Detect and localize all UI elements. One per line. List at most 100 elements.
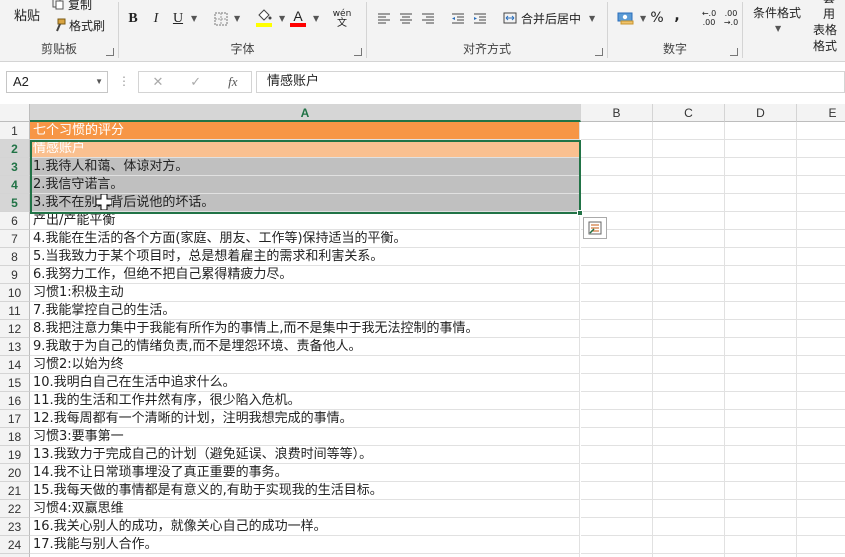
row-header[interactable]: 21 [0,482,30,500]
row-header[interactable]: 16 [0,392,30,410]
decrease-indent-button[interactable] [449,10,467,26]
name-box-dropdown-icon[interactable]: ▼ [95,72,103,92]
row-header[interactable]: 13 [0,338,30,356]
cell[interactable] [725,500,797,518]
paste-button[interactable]: 粘贴 [8,4,46,24]
cell-a[interactable]: 习惯4:双赢思维 [30,500,580,518]
cell[interactable] [581,356,653,374]
row-header[interactable]: 11 [0,302,30,320]
row-header[interactable]: 2 [0,140,30,158]
select-all-corner[interactable] [0,104,30,122]
row-header[interactable]: 7 [0,230,30,248]
cell[interactable] [797,392,845,410]
row-header[interactable]: 5 [0,194,30,212]
cell[interactable] [581,158,653,176]
cell[interactable] [725,194,797,212]
cell[interactable] [725,536,797,554]
cell[interactable] [653,392,725,410]
cell[interactable] [725,482,797,500]
cell-a[interactable]: 4.我能在生活的各个方面(家庭、朋友、工作等)保持适当的平衡。 [30,230,580,248]
cell[interactable] [797,212,845,230]
cell[interactable] [581,374,653,392]
row-header[interactable]: 14 [0,356,30,374]
cell[interactable] [797,410,845,428]
cell-a[interactable]: 5.当我致力于某个项目时，总是想着雇主的需求和利害关系。 [30,248,580,266]
cell[interactable] [797,374,845,392]
accounting-format-button[interactable] [614,8,638,28]
row-header[interactable]: 23 [0,518,30,536]
column-header-b[interactable]: B [581,104,653,122]
cell-a[interactable]: 13.我致力于完成自己的计划（避免延误、浪费时间等等）。 [30,446,580,464]
cell[interactable] [653,356,725,374]
cell[interactable] [653,536,725,554]
cell[interactable] [581,464,653,482]
cell[interactable] [581,320,653,338]
cell-a[interactable]: 11.我的生活和工作井然有序，很少陷入危机。 [30,392,580,410]
bold-button[interactable]: B [124,10,142,28]
cell[interactable] [725,356,797,374]
cell[interactable] [653,464,725,482]
cell[interactable] [581,428,653,446]
cell[interactable] [653,338,725,356]
cell[interactable] [581,500,653,518]
row-header[interactable]: 10 [0,284,30,302]
cell[interactable] [581,482,653,500]
cell[interactable] [725,428,797,446]
row-header[interactable]: 24 [0,536,30,554]
underline-dropdown-icon[interactable]: ▼ [191,14,197,23]
insert-function-icon[interactable]: fx [228,74,237,90]
cell-a[interactable]: 习惯1:积极主动 [30,284,580,302]
cell[interactable] [797,338,845,356]
cell[interactable] [581,446,653,464]
formula-bar-grip-icon[interactable]: ⋮ [118,74,130,88]
row-header[interactable]: 18 [0,428,30,446]
cell[interactable] [797,518,845,536]
row-header[interactable]: 12 [0,320,30,338]
cell[interactable] [725,320,797,338]
cell[interactable] [797,302,845,320]
cell[interactable] [653,428,725,446]
cell-a[interactable]: 6.我努力工作，但绝不把自己累得精疲力尽。 [30,266,580,284]
cell-a[interactable]: 9.我敢于为自己的情绪负责,而不是埋怨环境、责备他人。 [30,338,580,356]
cell[interactable] [725,392,797,410]
formula-input[interactable]: 情感账户 [256,71,845,93]
cell[interactable] [797,284,845,302]
font-color-dropdown-icon[interactable]: ▼ [313,14,319,23]
conditional-format-dropdown-icon[interactable]: ▼ [775,24,781,33]
cancel-icon[interactable]: ✕ [152,75,163,90]
row-header[interactable]: 22 [0,500,30,518]
align-center-button[interactable] [397,10,415,26]
cell[interactable] [653,266,725,284]
cell[interactable] [581,266,653,284]
cell[interactable] [653,194,725,212]
cell[interactable] [725,140,797,158]
cell[interactable] [797,122,845,140]
borders-button[interactable] [211,9,231,29]
row-header[interactable]: 1 [0,122,30,140]
cell-a[interactable]: 7.我能掌控自己的生活。 [30,302,580,320]
cell[interactable] [725,410,797,428]
cell[interactable] [653,500,725,518]
format-painter-button[interactable]: 格式刷 [52,16,105,34]
cell[interactable] [581,410,653,428]
cell-a[interactable]: 8.我把注意力集中于我能有所作为的事情上,而不是集中于我无法控制的事情。 [30,320,580,338]
copy-button[interactable]: 复制 [52,0,92,12]
row-header[interactable]: 9 [0,266,30,284]
alignment-launcher-icon[interactable] [595,48,603,56]
enter-icon[interactable]: ✓ [190,75,201,90]
cell[interactable] [581,338,653,356]
row-header[interactable]: 8 [0,248,30,266]
cell[interactable] [725,158,797,176]
cell[interactable] [725,464,797,482]
cell-a[interactable]: 16.我关心别人的成功，就像关心自己的成功一样。 [30,518,580,536]
cell[interactable] [797,176,845,194]
quick-analysis-button[interactable] [583,217,607,239]
row-header[interactable]: 15 [0,374,30,392]
cell[interactable] [581,248,653,266]
align-left-button[interactable] [375,10,393,26]
cell[interactable] [725,374,797,392]
cell-a[interactable]: 习惯2:以始为终 [30,356,580,374]
cell-a[interactable]: 14.我不让日常琐事埋没了真正重要的事务。 [30,464,580,482]
cell[interactable] [725,248,797,266]
cell[interactable] [653,140,725,158]
